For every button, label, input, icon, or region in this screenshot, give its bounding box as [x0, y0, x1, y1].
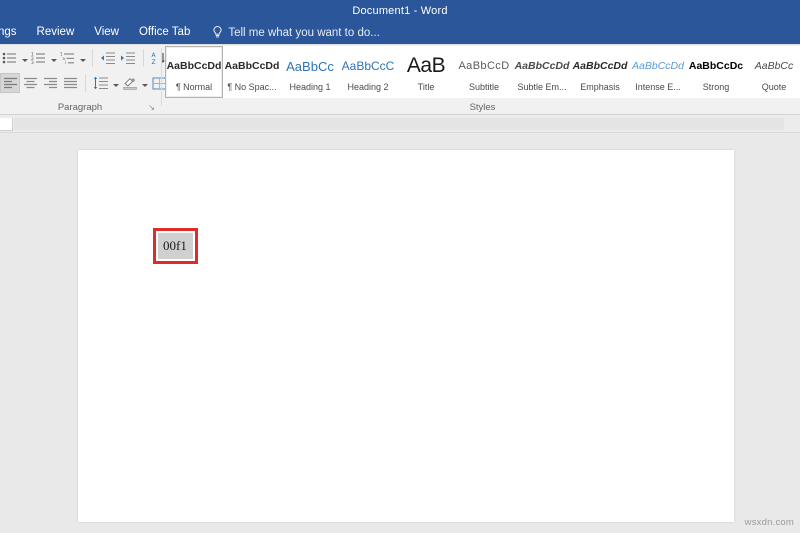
style-label: Heading 1 [289, 82, 331, 92]
paragraph-group-label: Paragraph [57, 102, 103, 113]
watermark-text: wsxdn.com [744, 517, 794, 528]
red-annotation-box: 00f1 [153, 228, 198, 264]
svg-text:A: A [152, 52, 157, 59]
numbering-dropdown-caret[interactable] [49, 48, 58, 68]
style-label: ¶ No Spac... [227, 82, 277, 92]
increase-indent-icon[interactable] [118, 48, 138, 68]
style-preview: AaBbCcC [341, 59, 395, 73]
toolbar-separator [85, 74, 86, 92]
style-item-emphasis[interactable]: AaBbCcDd Emphasis [571, 46, 629, 98]
style-label: ¶ Normal [175, 82, 213, 92]
align-center-icon[interactable] [20, 73, 40, 93]
tab-stop-selector[interactable] [0, 118, 13, 131]
style-preview: AaBbCcDd [224, 60, 280, 72]
line-spacing-dropdown-caret[interactable] [111, 73, 120, 93]
word-application-window: Document1 - Word ngs Review View Office … [0, 0, 800, 533]
line-spacing-icon[interactable] [91, 73, 111, 93]
tell-me-placeholder: Tell me what you want to do... [228, 26, 380, 39]
style-label: Heading 2 [347, 82, 389, 92]
style-label: Subtitle [468, 82, 500, 92]
bullets-icon[interactable] [0, 48, 20, 68]
style-item-subtitle[interactable]: AaBbCcD Subtitle [455, 46, 513, 98]
style-preview: AaB [406, 54, 446, 77]
style-label: Quote [761, 82, 787, 92]
lightbulb-icon [212, 26, 223, 39]
toolbar-separator [143, 49, 144, 67]
shading-icon[interactable] [120, 73, 140, 93]
ribbon-group-paragraph: 1 2 3 1 a i A Z Paragraph ↘ [0, 44, 182, 114]
style-label: Emphasis [580, 82, 620, 92]
tab-mailings[interactable]: ngs [0, 21, 27, 44]
paragraph-row-2 [0, 73, 178, 93]
style-label: Subtle Em... [517, 82, 567, 92]
style-item-heading-1[interactable]: AaBbCc Heading 1 [281, 46, 339, 98]
align-right-icon[interactable] [40, 73, 60, 93]
tab-office-tab[interactable]: Office Tab [129, 21, 200, 44]
decrease-indent-icon[interactable] [98, 48, 118, 68]
style-preview: AaBbCcDd [166, 60, 222, 72]
style-preview: AaBbCcDd [632, 60, 684, 72]
numbering-icon[interactable]: 1 2 3 [29, 48, 49, 68]
ribbon-tab-strip: ngs Review View Office Tab Tell me what … [0, 21, 800, 44]
multilevel-list-dropdown-caret[interactable] [78, 48, 87, 68]
ribbon-group-styles: AaBbCcDd ¶ Normal AaBbCcDd ¶ No Spac... … [165, 44, 800, 114]
bullets-dropdown-caret[interactable] [20, 48, 29, 68]
style-preview: AaBbCcD [458, 60, 510, 72]
style-item-subtle-emphasis[interactable]: AaBbCcDd Subtle Em... [513, 46, 571, 98]
align-left-icon[interactable] [0, 73, 20, 93]
shading-dropdown-caret[interactable] [140, 73, 149, 93]
tab-review[interactable]: Review [27, 21, 85, 44]
title-bar: Document1 - Word [0, 0, 800, 21]
styles-gallery[interactable]: AaBbCcDd ¶ Normal AaBbCcDd ¶ No Spac... … [165, 46, 800, 98]
style-preview: AaBbCcDd [514, 60, 570, 72]
justify-icon[interactable] [60, 73, 80, 93]
style-item-heading-2[interactable]: AaBbCcC Heading 2 [339, 46, 397, 98]
style-item-no-spacing[interactable]: AaBbCcDd ¶ No Spac... [223, 46, 281, 98]
document-canvas: 00f1 wsxdn.com [0, 133, 800, 533]
ruler-track[interactable] [14, 118, 784, 130]
svg-text:Z: Z [152, 59, 156, 65]
style-item-intense-emphasis[interactable]: AaBbCcDd Intense E... [629, 46, 687, 98]
svg-text:i: i [65, 60, 66, 65]
style-label: Strong [702, 82, 730, 92]
style-item-strong[interactable]: AaBbCcDc Strong [687, 46, 745, 98]
toolbar-separator [92, 49, 93, 67]
tab-view[interactable]: View [84, 21, 129, 44]
style-preview: AaBbCcDc [688, 60, 744, 72]
style-label: Intense E... [635, 82, 681, 92]
styles-group-label: Styles [469, 102, 496, 113]
multilevel-list-icon[interactable]: 1 a i [58, 48, 78, 68]
style-label: Title [417, 82, 435, 92]
style-preview: AaBbCcDd [572, 60, 628, 72]
ribbon: 1 2 3 1 a i A Z Paragraph ↘ AaBbCcDd ¶ N… [0, 44, 800, 115]
style-item-quote[interactable]: AaBbCc Quote [745, 46, 800, 98]
style-item-normal[interactable]: AaBbCcDd ¶ Normal [165, 46, 223, 98]
tell-me-search[interactable]: Tell me what you want to do... [212, 26, 380, 39]
style-item-title[interactable]: AaB Title [397, 46, 455, 98]
ribbon-group-divider [161, 48, 162, 106]
svg-text:3: 3 [31, 60, 34, 65]
style-preview: AaBbCc [286, 58, 334, 74]
window-title: Document1 - Word [352, 4, 448, 17]
document-page[interactable]: 00f1 [78, 150, 734, 522]
style-preview: AaBbCc [754, 60, 794, 72]
horizontal-ruler[interactable] [0, 115, 800, 133]
paragraph-dialog-launcher[interactable]: ↘ [148, 103, 155, 112]
selected-document-text[interactable]: 00f1 [158, 233, 193, 259]
